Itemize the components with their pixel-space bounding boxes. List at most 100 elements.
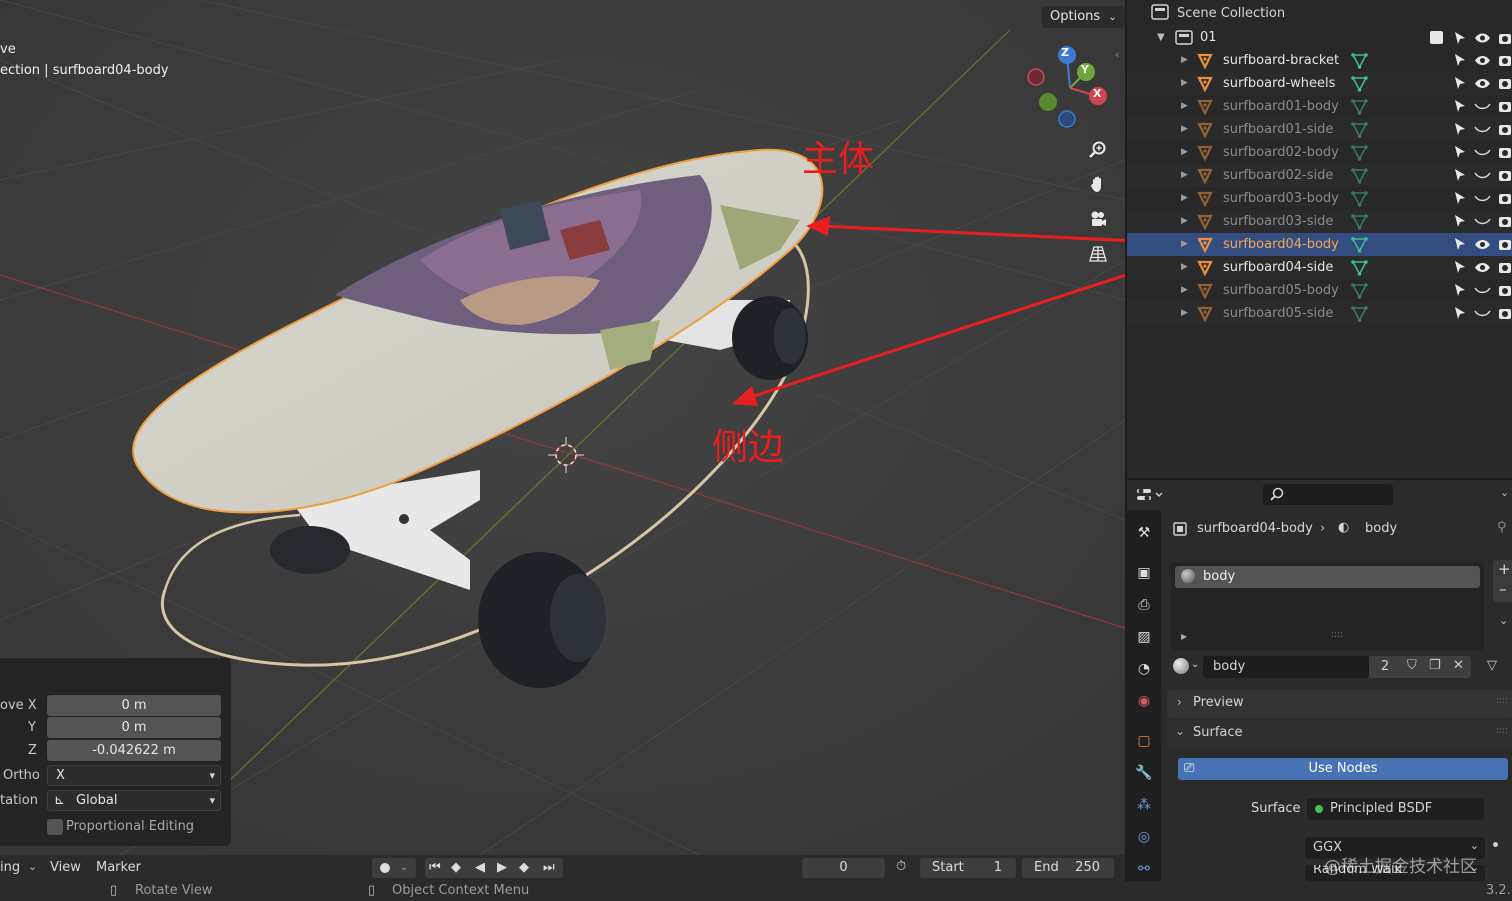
- eye-closed-icon[interactable]: [1474, 307, 1491, 320]
- outliner-row[interactable]: ▶ surfboard03-body: [1127, 187, 1512, 210]
- resize-grip-icon[interactable]: ::::: [1331, 630, 1343, 640]
- eye-closed-icon[interactable]: [1474, 146, 1491, 159]
- eye-closed-icon[interactable]: [1474, 215, 1491, 228]
- preview-panel-header[interactable]: › Preview ::::: [1167, 690, 1512, 718]
- expand-arrow-icon[interactable]: ▶: [1181, 210, 1188, 233]
- select-arrow-icon[interactable]: [1453, 53, 1467, 67]
- duplicate-icon[interactable]: ❐: [1429, 658, 1441, 673]
- editor-type-icon[interactable]: [1135, 486, 1169, 504]
- mesh-data-icon[interactable]: [1351, 306, 1368, 322]
- next-keyframe-icon[interactable]: ◆: [519, 858, 529, 878]
- world-tab-icon[interactable]: ◉: [1133, 690, 1155, 712]
- view-layer-tab-icon[interactable]: ▨: [1133, 626, 1155, 648]
- camera-icon[interactable]: [1498, 31, 1512, 45]
- eye-icon[interactable]: [1474, 32, 1491, 44]
- expand-arrow-icon[interactable]: ▶: [1181, 118, 1188, 141]
- render-tab-icon[interactable]: ▣: [1133, 562, 1155, 584]
- expand-arrow-icon[interactable]: ▶: [1181, 164, 1188, 187]
- mesh-data-icon[interactable]: [1351, 99, 1368, 115]
- material-slot-item[interactable]: body: [1175, 566, 1480, 588]
- camera-icon[interactable]: [1498, 191, 1512, 205]
- outliner-item-label[interactable]: surfboard05-body: [1223, 279, 1339, 302]
- move-z-field[interactable]: -0.042622 m: [47, 740, 221, 761]
- camera-icon[interactable]: [1498, 260, 1512, 274]
- orientation-select[interactable]: ⊾ Global ▾: [47, 790, 221, 811]
- camera-icon[interactable]: [1498, 99, 1512, 113]
- browse-material-button[interactable]: ⌄: [1171, 656, 1203, 678]
- mesh-data-icon[interactable]: [1351, 237, 1368, 253]
- chevron-down-icon[interactable]: ⌄: [1500, 486, 1509, 499]
- eye-icon[interactable]: [1474, 77, 1491, 90]
- select-arrow-icon[interactable]: [1453, 237, 1467, 251]
- link-mesh-icon[interactable]: ▽: [1487, 658, 1497, 673]
- physics-tab-icon[interactable]: ◎: [1133, 826, 1155, 848]
- playback-menu[interactable]: ing: [0, 860, 20, 875]
- expand-arrow-icon[interactable]: ▶: [1181, 279, 1188, 302]
- expand-arrow-icon[interactable]: ▶: [1181, 72, 1188, 95]
- outliner-item-label[interactable]: surfboard04-body: [1223, 233, 1339, 256]
- eye-closed-icon[interactable]: [1474, 100, 1491, 113]
- properties-editor[interactable]: ⌄ ⚒ ▣ ⎙ ▨ ◔ ◉ ▢ 🔧 ⁂ ◎ ⚯ surfboard04-body…: [1127, 480, 1512, 881]
- camera-icon[interactable]: [1498, 168, 1512, 182]
- camera-icon[interactable]: [1498, 283, 1512, 297]
- material-slot-list[interactable]: body ▶ ::::: [1171, 562, 1484, 650]
- current-frame-field[interactable]: 0: [802, 858, 885, 878]
- select-arrow-icon[interactable]: [1453, 306, 1467, 320]
- outliner-item-label[interactable]: surfboard02-body: [1223, 141, 1339, 164]
- eye-icon[interactable]: [1474, 238, 1491, 251]
- end-frame-field[interactable]: End 250: [1022, 858, 1114, 878]
- material-name-field[interactable]: body: [1203, 656, 1369, 678]
- scene-tab-icon[interactable]: ◔: [1133, 658, 1155, 680]
- mesh-data-icon[interactable]: [1351, 191, 1368, 207]
- play-reverse-icon[interactable]: ◀: [475, 858, 485, 878]
- properties-search-input[interactable]: [1263, 484, 1393, 505]
- slot-specials-icon[interactable]: ⌄: [1499, 614, 1508, 627]
- jump-end-icon[interactable]: ⏭: [543, 858, 555, 878]
- outliner-item-label[interactable]: surfboard03-body: [1223, 187, 1339, 210]
- object-tab-icon[interactable]: ▢: [1133, 730, 1155, 752]
- eye-closed-icon[interactable]: [1474, 192, 1491, 205]
- surface-shader-field[interactable]: Principled BSDF: [1307, 798, 1484, 820]
- mesh-data-icon[interactable]: [1351, 53, 1368, 69]
- expand-arrow-icon[interactable]: ▶: [1181, 95, 1188, 118]
- outliner-item-label[interactable]: surfboard04-side: [1223, 256, 1333, 279]
- outliner-item-label[interactable]: surfboard-bracket: [1223, 49, 1339, 72]
- mesh-data-icon[interactable]: [1351, 168, 1368, 184]
- users-count[interactable]: 2: [1369, 656, 1401, 678]
- outliner-item-label[interactable]: surfboard03-side: [1223, 210, 1333, 233]
- expand-arrow-icon[interactable]: ▶: [1181, 49, 1188, 72]
- surface-panel-header[interactable]: ⌄ Surface ::::: [1167, 720, 1512, 748]
- outliner-row[interactable]: ▶ surfboard-wheels: [1127, 72, 1512, 95]
- drag-grip-icon[interactable]: ::::: [1496, 696, 1508, 706]
- proportional-editing-checkbox[interactable]: [47, 819, 63, 835]
- expand-arrow-icon[interactable]: ▶: [1181, 141, 1188, 164]
- marker-menu[interactable]: Marker: [96, 860, 141, 875]
- camera-icon[interactable]: [1498, 306, 1512, 320]
- move-x-field[interactable]: 0 m: [47, 695, 221, 716]
- outliner-item-label[interactable]: surfboard-wheels: [1223, 72, 1335, 95]
- select-arrow-icon[interactable]: [1453, 31, 1467, 45]
- camera-icon[interactable]: [1498, 214, 1512, 228]
- camera-icon[interactable]: [1498, 145, 1512, 159]
- outliner-row[interactable]: ▶ surfboard02-body: [1127, 141, 1512, 164]
- outliner-item-label[interactable]: surfboard05-side: [1223, 302, 1333, 325]
- outliner-item-label[interactable]: surfboard01-body: [1223, 95, 1339, 118]
- tool-tab-icon[interactable]: ⚒: [1133, 522, 1155, 544]
- select-arrow-icon[interactable]: [1453, 283, 1467, 297]
- checkbox-icon[interactable]: [1430, 31, 1443, 44]
- outliner-row[interactable]: ▶ surfboard04-body: [1127, 233, 1512, 256]
- mesh-data-icon[interactable]: [1351, 283, 1368, 299]
- camera-icon[interactable]: [1498, 53, 1512, 67]
- 3d-viewport[interactable]: ve ection | surfboard04-body Options ⌄ Z…: [0, 0, 1125, 855]
- ortho-select[interactable]: X ▾: [47, 765, 221, 786]
- outliner-row[interactable]: ▶ surfboard05-body: [1127, 279, 1512, 302]
- outliner-row[interactable]: ▶ surfboard-bracket: [1127, 49, 1512, 72]
- outliner-row[interactable]: ▶ surfboard05-side: [1127, 302, 1512, 325]
- grid-perspective-icon[interactable]: [1084, 240, 1112, 268]
- outliner-item-label[interactable]: surfboard01-side: [1223, 118, 1333, 141]
- use-nodes-button[interactable]: ⎚ Use Nodes: [1178, 758, 1508, 780]
- eye-icon[interactable]: [1474, 261, 1491, 274]
- outliner[interactable]: Scene Collection ▼ 01 ▶ surfboard-bracket…: [1115, 0, 1512, 478]
- expand-arrow-icon[interactable]: ▶: [1181, 302, 1188, 325]
- camera-icon[interactable]: [1498, 122, 1512, 136]
